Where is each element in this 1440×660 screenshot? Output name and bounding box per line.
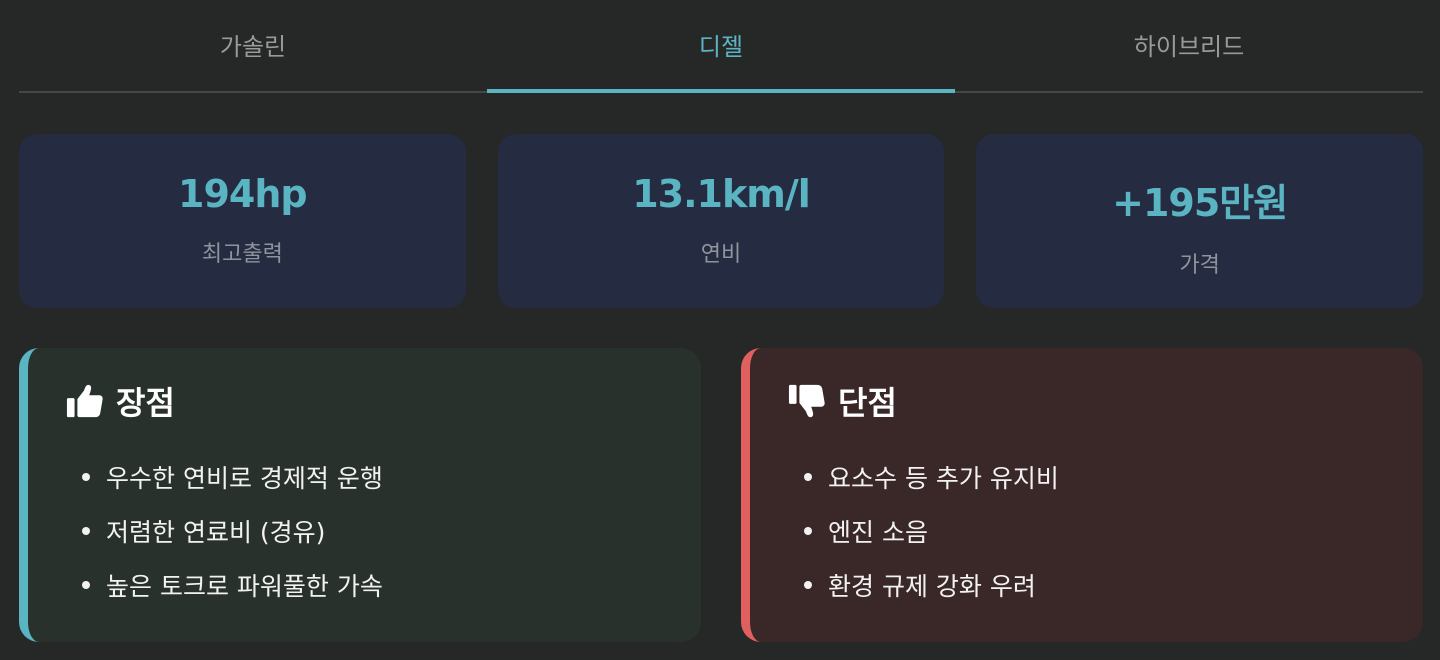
- stat-value-efficiency: 13.1km/l: [632, 172, 811, 216]
- cons-panel: 단점 요소수 등 추가 유지비 엔진 소음 환경 규제 강화 우려: [741, 348, 1423, 642]
- list-item: 엔진 소음: [788, 504, 1423, 558]
- cons-list: 요소수 등 추가 유지비 엔진 소음 환경 규제 강화 우려: [788, 450, 1423, 612]
- tab-hybrid[interactable]: 하이브리드: [955, 0, 1423, 91]
- tab-gasoline[interactable]: 가솔린: [19, 0, 487, 91]
- bullet-dot: [804, 581, 812, 589]
- cons-title: 단점: [838, 384, 897, 422]
- fuel-type-tabs: 가솔린 디젤 하이브리드: [19, 0, 1423, 93]
- tab-hybrid-label: 하이브리드: [1133, 33, 1245, 61]
- list-item-text: 환경 규제 강화 우려: [828, 572, 1036, 601]
- tab-diesel[interactable]: 디젤: [487, 0, 955, 93]
- list-item-text: 엔진 소음: [828, 518, 928, 547]
- stat-label-power: 최고출력: [201, 242, 283, 267]
- list-item: 높은 토크로 파워풀한 가속: [66, 558, 701, 612]
- stat-value-power: 194hp: [178, 172, 308, 216]
- bullet-dot: [82, 581, 90, 589]
- pros-list: 우수한 연비로 경제적 운행 저렴한 연료비 (경유) 높은 토크로 파워풀한 …: [66, 450, 701, 612]
- stat-value-price: +195만원: [1112, 181, 1288, 225]
- stat-label-efficiency: 연비: [700, 242, 742, 267]
- bullet-dot: [804, 473, 812, 481]
- pros-cons-panels: 장점 우수한 연비로 경제적 운행 저렴한 연료비 (경유) 높은 토크로 파워…: [19, 348, 1423, 642]
- list-item: 저렴한 연료비 (경유): [66, 504, 701, 558]
- tab-diesel-label: 디젤: [698, 33, 744, 61]
- pros-title: 장점: [116, 384, 175, 422]
- thumbs-down-icon: [788, 382, 826, 420]
- list-item: 환경 규제 강화 우려: [788, 558, 1423, 612]
- stat-card-price: +195만원 가격: [976, 134, 1424, 308]
- list-item: 요소수 등 추가 유지비: [788, 450, 1423, 504]
- tab-gasoline-label: 가솔린: [219, 33, 287, 61]
- stat-card-efficiency: 13.1km/l 연비: [497, 134, 945, 308]
- stat-label-price: 가격: [1179, 253, 1220, 278]
- list-item: 우수한 연비로 경제적 운행: [66, 450, 701, 504]
- pros-panel: 장점 우수한 연비로 경제적 운행 저렴한 연료비 (경유) 높은 토크로 파워…: [19, 348, 701, 642]
- list-item-text: 저렴한 연료비 (경유): [106, 518, 326, 547]
- list-item-text: 높은 토크로 파워풀한 가속: [106, 572, 383, 601]
- bullet-dot: [82, 473, 90, 481]
- cons-header: 단점: [788, 378, 1423, 424]
- thumbs-up-icon: [66, 382, 104, 420]
- list-item-text: 우수한 연비로 경제적 운행: [106, 464, 383, 493]
- stats-row: 194hp 최고출력 13.1km/l 연비 +195만원 가격: [19, 134, 1424, 308]
- bullet-dot: [82, 527, 90, 535]
- list-item-text: 요소수 등 추가 유지비: [828, 464, 1059, 493]
- pros-header: 장점: [66, 378, 701, 424]
- bullet-dot: [804, 527, 812, 535]
- stat-card-power: 194hp 최고출력: [19, 134, 466, 308]
